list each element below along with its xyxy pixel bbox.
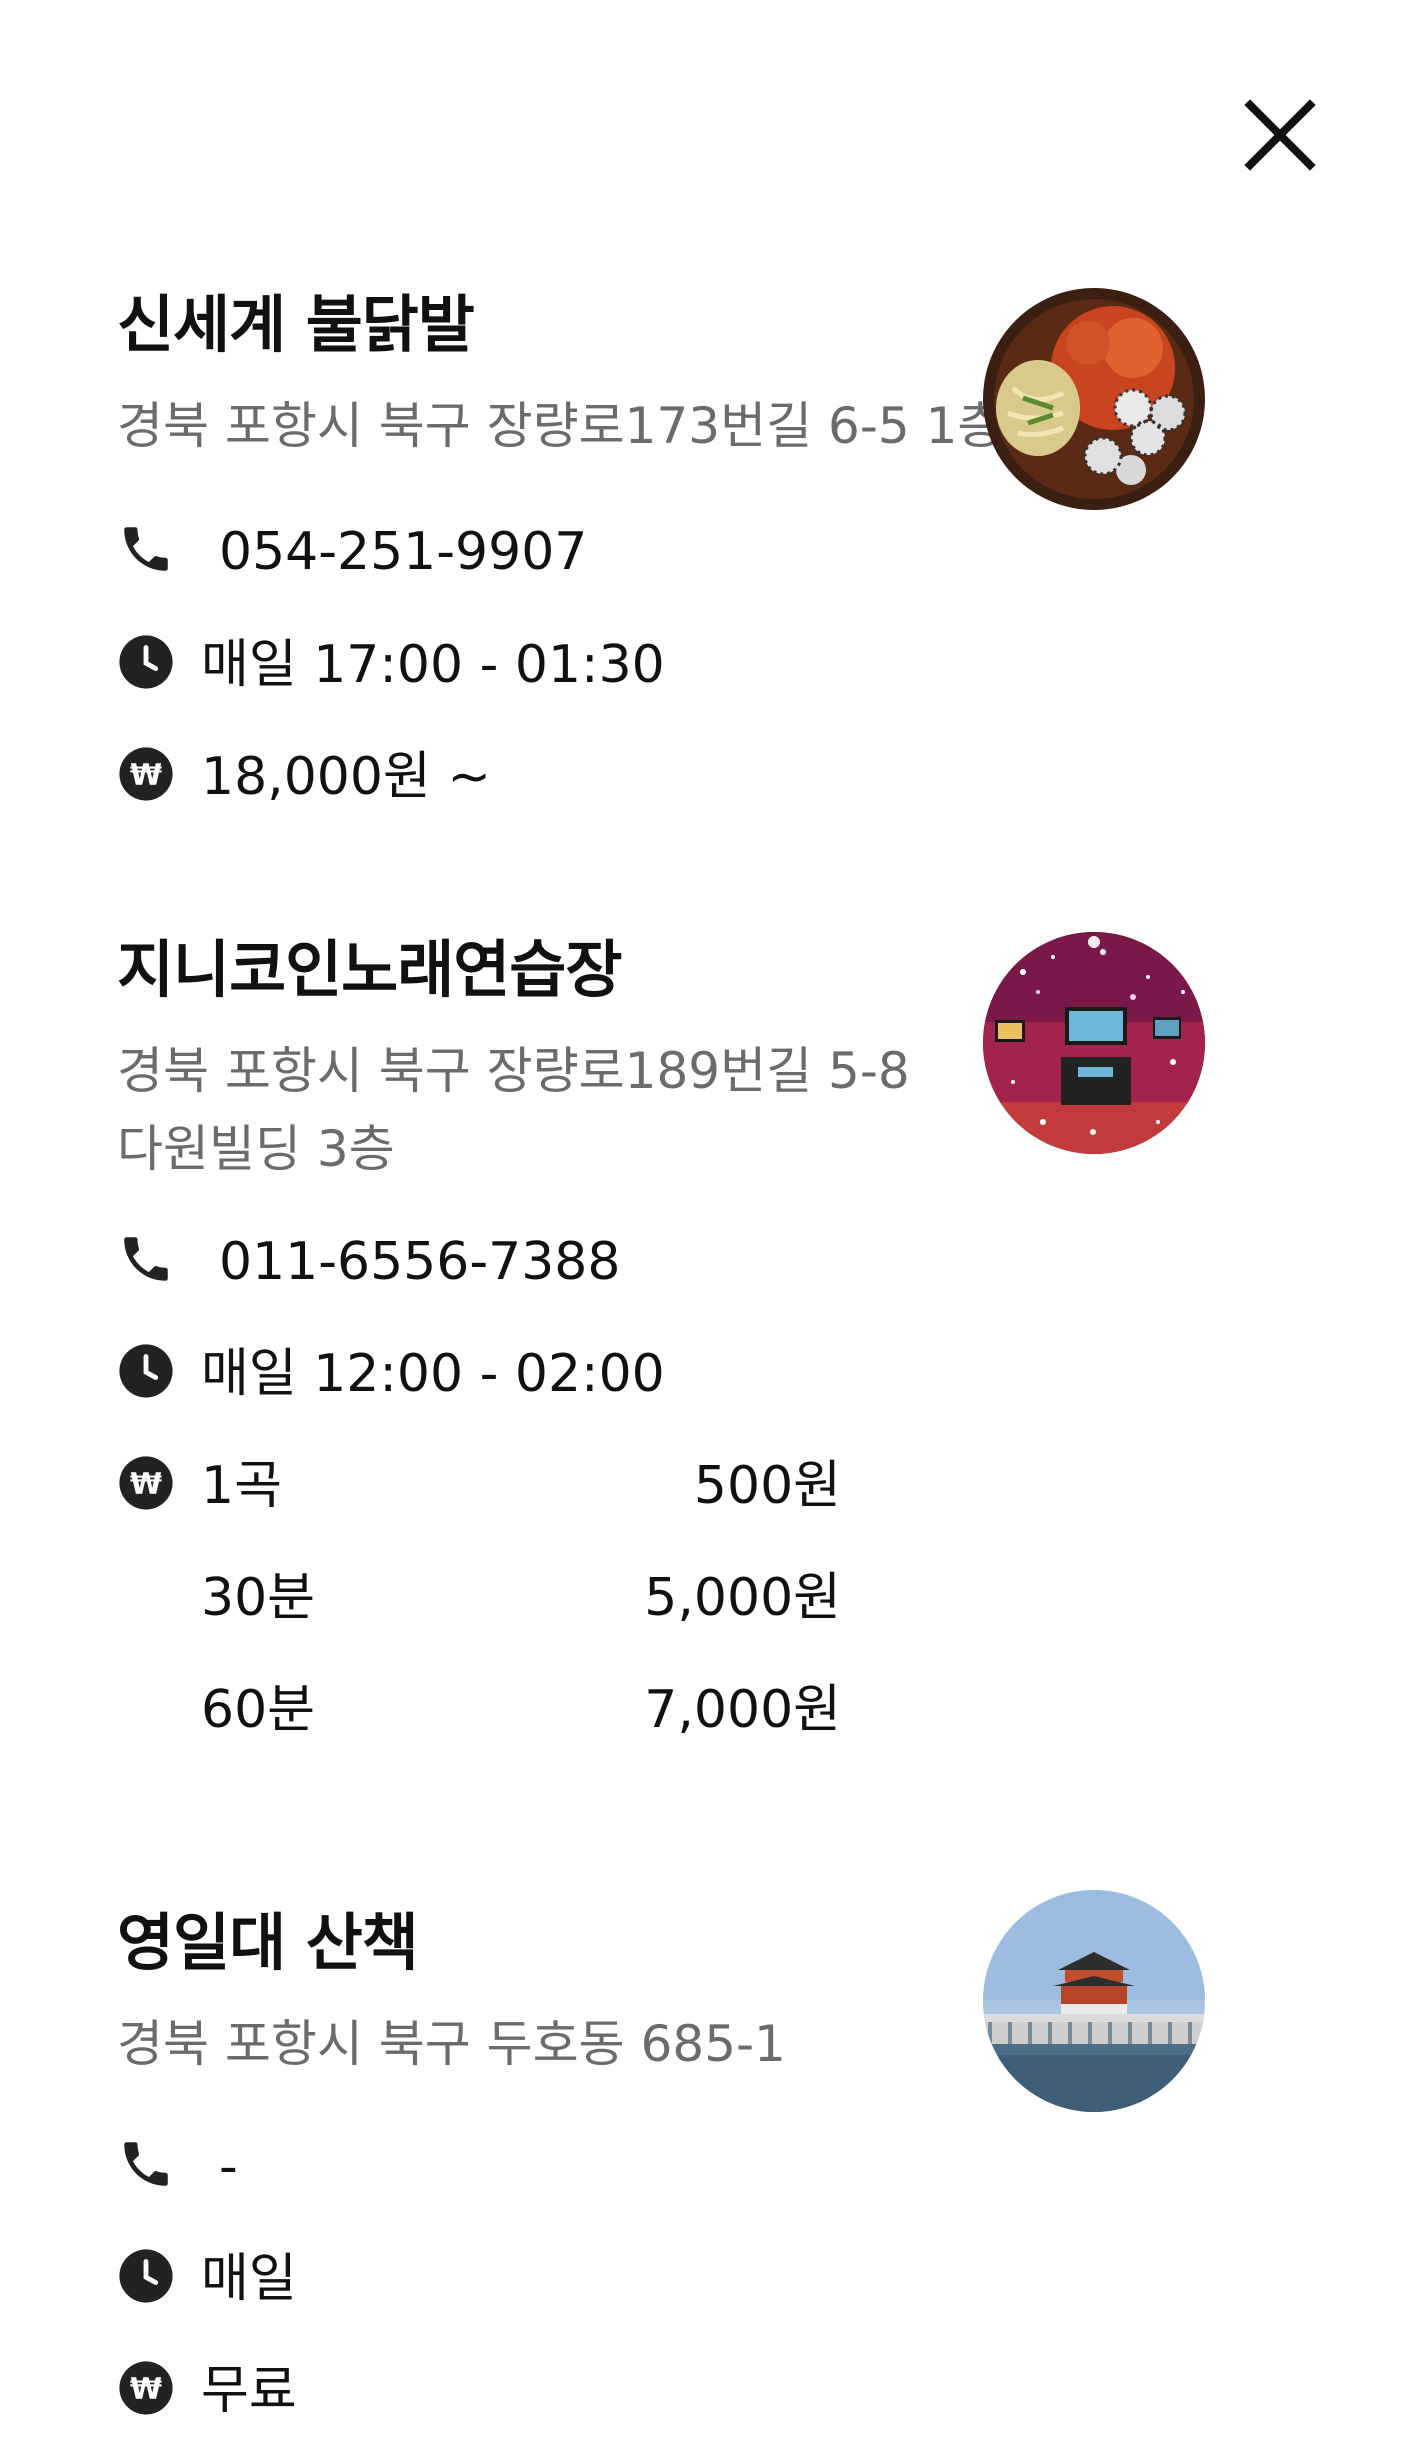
price-value: 5,000원 [644, 1568, 841, 1628]
price-label: 30분 [201, 1568, 316, 1628]
clock-icon [117, 2247, 175, 2305]
price-label: 1곡 [201, 1456, 282, 1516]
hours-row: 매일 12:00 - 02:00 [117, 1342, 665, 1422]
hours-row: 매일 17:00 - 01:30 [117, 633, 665, 713]
phone-icon [117, 2135, 175, 2193]
place-thumbnail-1[interactable] [983, 288, 1205, 510]
price-table-row: 60분 7,000원 [201, 1678, 841, 1748]
place-address: 경북 포항시 북구 장량로189번길 5-8 다원빌딩 3층 [117, 1032, 1017, 1188]
svg-text:₩: ₩ [130, 2372, 162, 2406]
price-row: ₩ 18,000원 ~ [117, 745, 491, 825]
svg-text:₩: ₩ [130, 1467, 162, 1501]
phone-row[interactable]: - [117, 2135, 238, 2215]
price-row: ₩ [117, 1454, 175, 1534]
price-table-row: 30분 5,000원 [201, 1566, 841, 1636]
place-address: 경북 포항시 북구 장량로173번길 6-5 1층 [117, 397, 1004, 455]
hours-row: 매일 [117, 2247, 297, 2327]
place-thumbnail-3[interactable] [983, 1890, 1205, 2112]
price-label: 60분 [201, 1680, 316, 1740]
karaoke-room-image [983, 932, 1205, 1154]
address-line-2: 다원빌딩 3층 [117, 1120, 395, 1178]
price-row: ₩ 무료 [117, 2359, 297, 2439]
spicy-chicken-feet-image [983, 288, 1205, 510]
phone-icon [117, 520, 175, 578]
opening-hours: 매일 12:00 - 02:00 [201, 1344, 665, 1404]
won-icon: ₩ [117, 1454, 175, 1512]
price-value: 7,000원 [644, 1680, 841, 1740]
price: 18,000원 ~ [201, 747, 491, 807]
close-icon [1244, 99, 1316, 171]
opening-hours: 매일 [201, 2249, 297, 2309]
phone-row[interactable]: 054-251-9907 [117, 520, 587, 600]
svg-text:₩: ₩ [130, 758, 162, 792]
opening-hours: 매일 17:00 - 01:30 [201, 635, 665, 695]
price-table-row: 1곡 500원 [201, 1454, 841, 1524]
phone-number[interactable]: 011-6556-7388 [219, 1230, 620, 1294]
clock-icon [117, 1342, 175, 1400]
phone-icon [117, 1230, 175, 1288]
clock-icon [117, 633, 175, 691]
yeongildae-pavilion-image [983, 1890, 1205, 2112]
phone-number[interactable]: 054-251-9907 [219, 520, 587, 584]
price-value: 500원 [693, 1456, 841, 1516]
close-button[interactable] [1240, 95, 1320, 175]
place-address: 경북 포항시 북구 두호동 685-1 [117, 2015, 786, 2073]
won-icon: ₩ [117, 745, 175, 803]
address-line-1: 경북 포항시 북구 장량로189번길 5-8 [117, 1042, 910, 1100]
place-thumbnail-2[interactable] [983, 932, 1205, 1154]
phone-row[interactable]: 011-6556-7388 [117, 1230, 620, 1310]
phone-number[interactable]: - [219, 2135, 238, 2199]
price: 무료 [201, 2361, 297, 2421]
won-icon: ₩ [117, 2359, 175, 2417]
